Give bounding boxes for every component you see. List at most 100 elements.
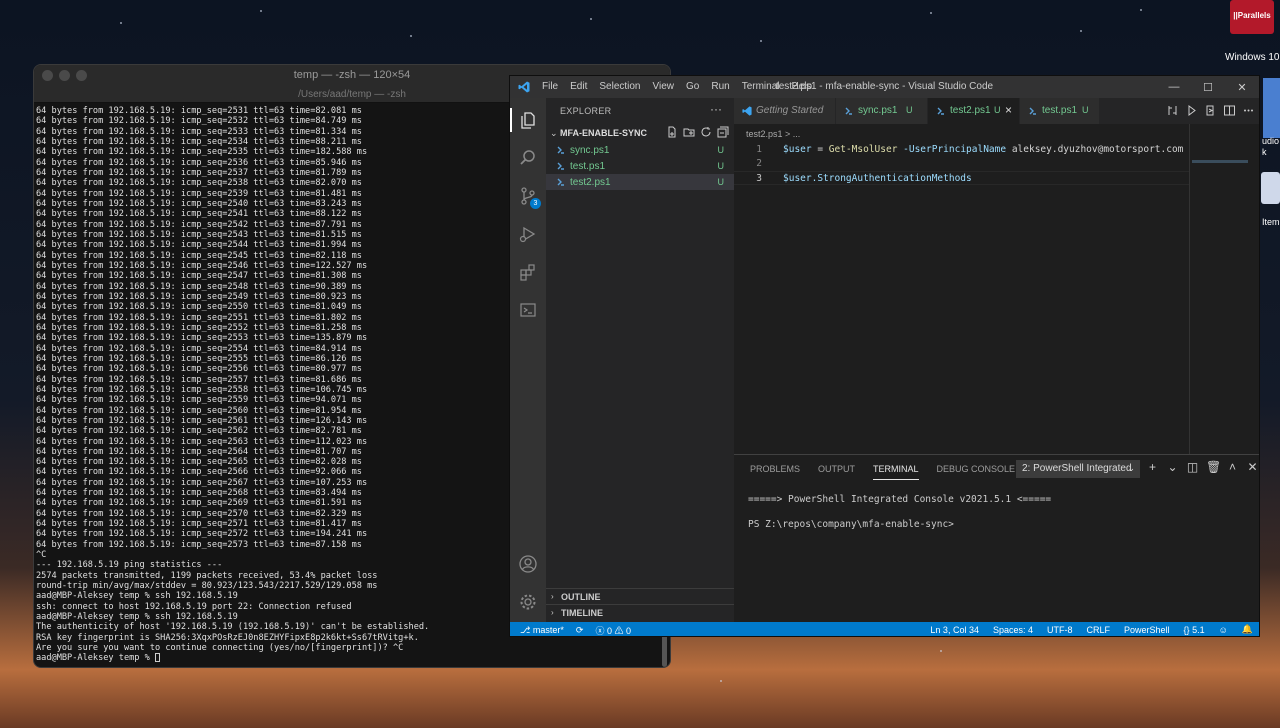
menu-run[interactable]: Run [711,81,729,92]
powershell-icon[interactable] [518,300,538,320]
collapse-all-icon[interactable] [717,126,729,138]
timeline-section[interactable]: › TIMELINE [546,604,734,620]
new-terminal-icon[interactable]: + [1146,460,1159,474]
menu-view[interactable]: View [653,81,675,92]
outline-label: OUTLINE [561,592,601,602]
explorer-sidebar: EXPLORER ··· ⌄ MFA-ENABLE-SYNC sync.ps1 … [546,98,734,622]
source-control-icon[interactable]: 3 [518,186,541,209]
explorer-icon[interactable] [518,110,538,130]
tab-output[interactable]: OUTPUT [818,464,855,480]
branch-indicator[interactable]: ⎇ master* [520,625,564,636]
workspace-folder[interactable]: ⌄ MFA-ENABLE-SYNC [546,125,734,142]
chevron-down-icon[interactable]: ⌄ [1166,460,1179,474]
vscode-window[interactable]: File Edit Selection View Go Run Terminal… [509,75,1260,637]
minimize-button[interactable]: — [1157,76,1191,98]
outline-section[interactable]: › OUTLINE [546,588,734,604]
tab-debug-console[interactable]: DEBUG CONSOLE [937,464,1016,480]
split-terminal-icon[interactable]: ◫ [1186,460,1199,474]
accounts-icon[interactable] [518,554,538,574]
line-number: 2 [756,158,762,169]
folder-name: MFA-ENABLE-SYNC [560,128,647,138]
tab-label: test.ps1 [1042,105,1078,116]
editor-area: Getting Started sync.ps1 U test2.ps1 U ×… [734,98,1259,622]
scm-badge: 3 [530,198,541,209]
zoom-window-button[interactable] [76,70,87,81]
line-endings[interactable]: CRLF [1087,625,1111,635]
tab-test-ps1[interactable]: test.ps1 U [1020,98,1100,124]
windows10-icon-label[interactable]: Windows 10 [1225,52,1279,63]
menu-help[interactable]: Help [792,81,813,92]
search-icon[interactable] [518,148,538,168]
terminal-cursor [155,653,160,663]
code-line-current[interactable]: 3 $user.StrongAuthenticationMethods [734,171,1189,185]
refresh-icon[interactable] [700,126,712,138]
close-window-button[interactable] [42,70,53,81]
new-file-icon[interactable] [666,126,678,138]
menu-go[interactable]: Go [686,81,699,92]
tab-problems[interactable]: PROBLEMS [750,464,800,480]
indentation[interactable]: Spaces: 4 [993,625,1033,635]
vscode-titlebar[interactable]: File Edit Selection View Go Run Terminal… [510,76,1259,98]
sync-icon[interactable]: ⟳ [576,625,584,636]
run-debug-icon[interactable] [518,224,538,244]
menu-terminal[interactable]: Terminal [742,81,780,92]
terminal-prompt: PS Z:\repos\company\mfa-enable-sync> [748,518,954,530]
tab-getting-started[interactable]: Getting Started [734,98,836,124]
tab-test2-ps1[interactable]: test2.ps1 U × [928,98,1020,124]
tab-sync-ps1[interactable]: sync.ps1 U [836,98,928,124]
tab-terminal[interactable]: TERMINAL [873,464,919,480]
menu-edit[interactable]: Edit [570,81,587,92]
minimap[interactable] [1192,160,1248,163]
powershell-file-icon [845,107,852,115]
notifications-icon[interactable]: 🔔 [1242,624,1253,635]
file-status: U [717,145,725,155]
problems-indicator[interactable]: ⓧ 0 ⚠ 0 [595,624,631,636]
close-button[interactable]: ✕ [1225,76,1259,98]
file-item-sync[interactable]: sync.ps1 U [546,142,734,158]
terminal-select[interactable]: 2: PowerShell Integrated ⌄ [1016,460,1140,478]
breadcrumb[interactable]: test2.ps1 > ... [746,129,800,139]
menu-bar: File Edit Selection View Go Run Terminal… [542,81,812,92]
minimize-window-button[interactable] [59,70,70,81]
powershell-file-icon [557,178,564,186]
desktop-item-partial-2[interactable] [1261,172,1280,204]
explorer-more-button[interactable]: ··· [710,102,722,116]
chevron-down-icon: ⌄ [550,128,558,138]
split-editor-icon[interactable] [1223,104,1236,117]
new-folder-icon[interactable] [683,126,695,138]
file-item-test2[interactable]: test2.ps1 U [546,174,734,190]
chevron-up-icon[interactable]: ˄ [1226,460,1239,474]
encoding[interactable]: UTF-8 [1047,625,1073,635]
language-mode[interactable]: PowerShell [1124,625,1170,635]
timeline-label: TIMELINE [561,608,603,618]
parallels-desktop-icon[interactable]: ||Parallels [1230,0,1274,34]
gear-icon[interactable] [518,592,538,612]
more-actions-icon[interactable] [1242,104,1255,117]
chevron-right-icon: › [551,592,554,601]
file-item-test[interactable]: test.ps1 U [546,158,734,174]
integrated-terminal-output[interactable]: =====> PowerShell Integrated Console v20… [748,494,1051,531]
extensions-icon[interactable] [518,262,538,282]
code-editor[interactable]: 1 $user = Get-MsolUser -UserPrincipalNam… [734,143,1189,185]
feedback-icon[interactable]: ☺ [1219,625,1228,635]
trash-icon[interactable]: 🗑 [1206,460,1221,474]
terminal-banner: =====> PowerShell Integrated Console v20… [748,494,1052,505]
code-line[interactable]: 2 [734,157,1189,171]
code-operator: = [811,144,829,155]
desktop-label-partial-2: k [1262,147,1267,157]
desktop-item-partial[interactable] [1263,78,1280,138]
cursor-position[interactable]: Ln 3, Col 34 [930,625,979,635]
run-icon[interactable] [1185,104,1198,117]
code-line[interactable]: 1 $user = Get-MsolUser -UserPrincipalNam… [734,143,1189,157]
close-panel-icon[interactable]: ✕ [1246,460,1259,474]
close-icon[interactable]: × [1005,103,1012,117]
powershell-file-icon [557,162,564,170]
powershell-version[interactable]: {} 5.1 [1184,625,1205,635]
maximize-button[interactable]: ☐ [1191,76,1225,98]
run-selection-icon[interactable] [1204,104,1217,117]
menu-selection[interactable]: Selection [599,81,640,92]
compare-changes-icon[interactable] [1166,104,1179,117]
menu-file[interactable]: File [542,81,558,92]
code-text: $user.StrongAuthenticationMethods [783,173,972,184]
editor-scrollbar[interactable] [1189,124,1190,454]
